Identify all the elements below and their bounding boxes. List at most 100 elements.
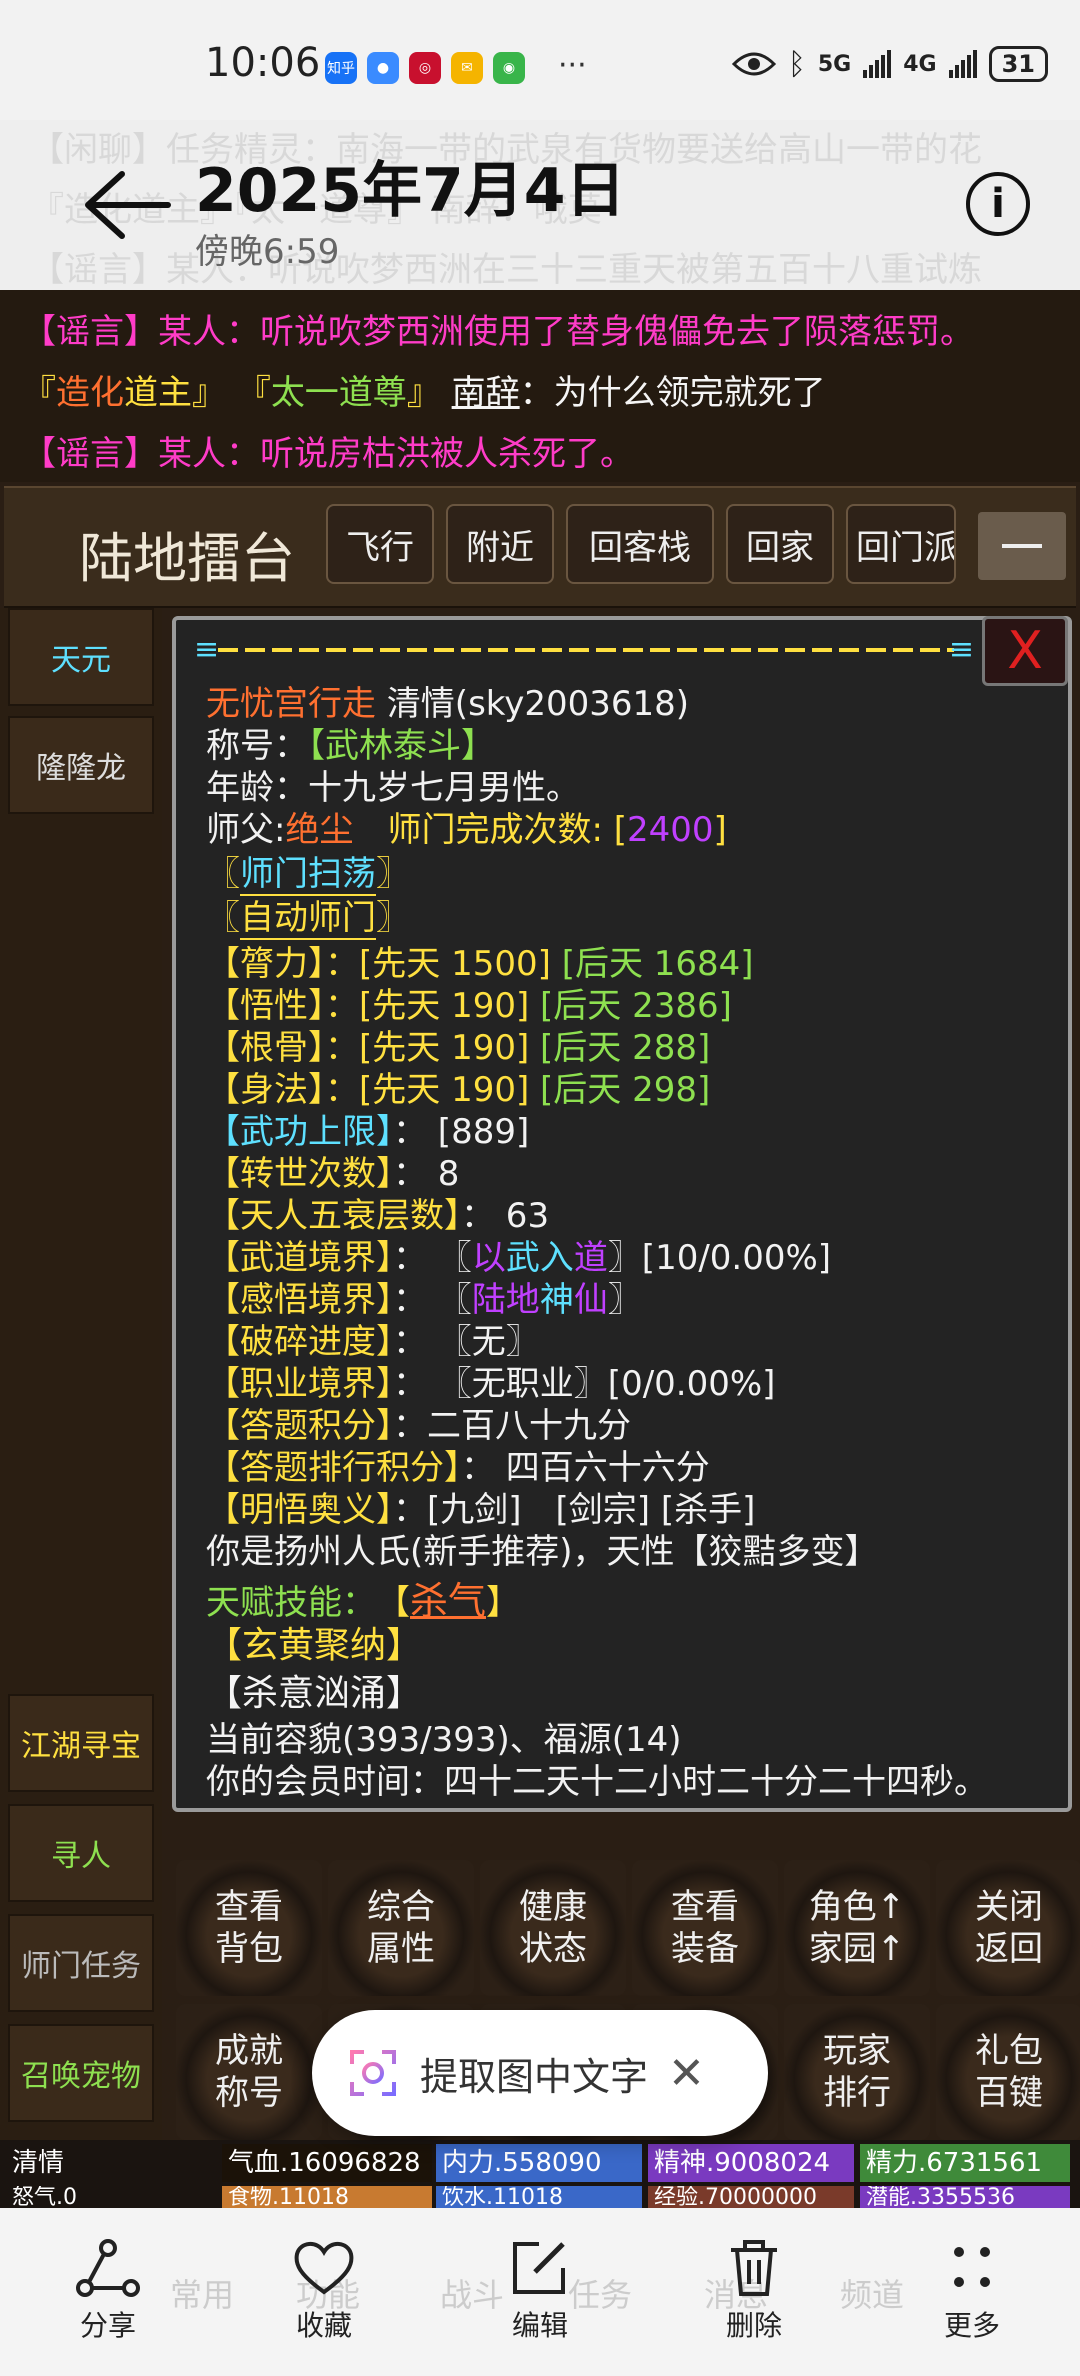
- stats-bar: 清情 气血.16096828 内力.558090 精神.9008024 精力.6…: [0, 2140, 1080, 2210]
- skill-name: 【杀意汹涌】: [206, 1673, 423, 1714]
- bracket: 〗: [607, 1280, 642, 1320]
- close-icon[interactable]: ✕: [668, 2048, 705, 2099]
- btn-line: 称号: [215, 2073, 283, 2113]
- btn-line: 查看: [671, 1887, 739, 1927]
- back-arrow-icon[interactable]: [72, 160, 182, 250]
- bracket: 』: [406, 373, 441, 413]
- btn-line: 健康: [519, 1887, 587, 1927]
- sect-sweep-link[interactable]: 〖师门扫荡〗: [206, 846, 410, 896]
- edit-label: 编辑: [511, 2309, 568, 2342]
- btn-line: 状态: [519, 1929, 587, 1969]
- sidebar-item-longlonglong[interactable]: 隆隆龙: [8, 716, 154, 814]
- health-button[interactable]: 健康 状态: [480, 1860, 626, 1996]
- bluetooth-icon: ᛒ: [787, 46, 806, 82]
- close-return-button[interactable]: 关闭 返回: [936, 1860, 1080, 1996]
- rage-stat: 怒气.0: [12, 2186, 77, 2210]
- chat-line: 【谣言】某人：听说吹梦西洲使用了替身傀儡免去了陨落惩罚。: [22, 304, 974, 353]
- auto-sect-link[interactable]: 〖自动师门〗: [206, 890, 410, 940]
- btn-line: 返回: [975, 1929, 1043, 1969]
- btn-line: 家园↑: [808, 1929, 906, 1969]
- edit-button[interactable]: 编辑: [480, 2236, 600, 2344]
- edit-icon: [513, 2242, 565, 2294]
- skill-line: 【杀意汹涌】: [206, 1664, 422, 1716]
- info-icon[interactable]: i: [966, 172, 1030, 236]
- chat-text: 某人：听说吹梦西洲使用了替身傀儡免去了陨落惩罚。: [158, 312, 974, 352]
- home-button[interactable]: 回家: [726, 504, 834, 584]
- fly-button[interactable]: 飞行: [326, 504, 434, 584]
- bracket: 『: [22, 373, 56, 413]
- sidebar-item-treasure[interactable]: 江湖寻宝: [8, 1694, 154, 1792]
- equipment-button[interactable]: 查看 装备: [632, 1860, 778, 1996]
- achievement-button[interactable]: 成就 称号: [176, 2004, 322, 2140]
- chat-feed: 【谣言】某人：听说吹梦西洲使用了替身傀儡免去了陨落惩罚。 『造化道主』 『太一道…: [0, 290, 1080, 482]
- eye-icon: [731, 52, 776, 76]
- title-part: 造化: [56, 373, 124, 413]
- chat-tag: 【谣言】: [22, 312, 158, 352]
- chat-tag: 【谣言】: [22, 434, 158, 474]
- master-line: 师父:绝尘 师门完成次数: [2400]: [206, 802, 727, 851]
- btn-line: 综合: [367, 1887, 435, 1927]
- delete-button[interactable]: 删除: [694, 2236, 814, 2344]
- share-button[interactable]: 分享: [48, 2236, 168, 2344]
- notification-icons: 知乎 ● ◎ ✉ ◉: [325, 52, 525, 84]
- link-text[interactable]: 自动师门: [240, 898, 376, 940]
- signal-icon-2: [948, 50, 977, 78]
- chat-line: 『造化道主』 『太一道尊』 南辞：为什么领完就死了: [22, 365, 826, 414]
- scan-text-icon: [350, 2050, 396, 2096]
- attr-post: [后天 298]: [540, 1070, 711, 1110]
- nearby-button[interactable]: 附近: [446, 504, 554, 584]
- location-bar: 陆地擂台 飞行 附近 回客栈 回家 回门派: [4, 486, 1076, 608]
- trash-icon: [731, 2240, 777, 2296]
- btn-line: 关闭: [975, 1887, 1043, 1927]
- favorite-button[interactable]: 收藏: [264, 2236, 384, 2344]
- more-dots-icon: [954, 2247, 990, 2287]
- bag-button[interactable]: 查看 背包: [176, 1860, 322, 1996]
- master-name: 绝尘: [285, 810, 354, 850]
- btn-line: 查看: [215, 1887, 283, 1927]
- sidebar-item-sect-task[interactable]: 师门任务: [8, 1914, 154, 2012]
- btn-line: 装备: [671, 1929, 739, 1969]
- bank-app-icon: ◎: [409, 52, 441, 84]
- bracket: 』: [192, 373, 226, 413]
- skill-line: 【玄黄聚纳】: [206, 1616, 422, 1668]
- realm-part: 仙: [573, 1280, 608, 1320]
- title-part: 道主: [124, 373, 192, 413]
- player-name-link[interactable]: 南辞: [452, 373, 520, 413]
- sect-button[interactable]: 回门派: [846, 504, 956, 584]
- sidebar-item-tianyuan[interactable]: 天元: [8, 608, 154, 706]
- inn-button[interactable]: 回客栈: [566, 504, 714, 584]
- btn-line: 成就: [215, 2031, 283, 2071]
- label: 师父:: [206, 810, 286, 850]
- sidebar: 天元 隆隆龙 江湖寻宝 寻人 师门任务 召唤宠物: [0, 608, 162, 2208]
- more-label: 更多: [943, 2309, 1000, 2342]
- btn-line: 玩家: [823, 2031, 891, 2071]
- extract-text-label: 提取图中文字: [420, 2054, 649, 2099]
- bracket: 】: [486, 1583, 521, 1623]
- extract-text-pill[interactable]: 提取图中文字 ✕: [312, 2010, 768, 2136]
- delete-label: 删除: [725, 2309, 782, 2342]
- heart-icon: [294, 2242, 354, 2295]
- more-button[interactable]: 更多: [912, 2236, 1032, 2344]
- close-panel-button[interactable]: X: [982, 616, 1068, 686]
- jingshen-stat: 精神.9008024: [648, 2144, 854, 2182]
- collapse-icon[interactable]: [978, 512, 1066, 580]
- realm-part: 神: [539, 1280, 574, 1320]
- location-title: 陆地擂台: [79, 527, 295, 590]
- zhihu-icon: 知乎: [325, 52, 357, 84]
- sidebar-item-summon-pet[interactable]: 召唤宠物: [8, 2024, 154, 2122]
- ranking-button[interactable]: 玩家 排行: [784, 2004, 930, 2140]
- vip-line: 你的会员时间：四十二天十二小时二十分二十四秒。: [206, 1762, 988, 1802]
- mail-app-icon: ✉: [451, 52, 483, 84]
- title-part: 太一道尊: [270, 373, 407, 413]
- chat-app-icon: ●: [367, 52, 399, 84]
- sidebar-item-find-person[interactable]: 寻人: [8, 1804, 154, 1902]
- system-indicators: ᛒ 5G 4G 31: [731, 46, 1048, 82]
- battery-icon: 31: [988, 46, 1048, 82]
- gift-button[interactable]: 礼包 百键: [936, 2004, 1080, 2140]
- label: 师门完成次数: [: [387, 810, 627, 850]
- player-name: 清情: [12, 2148, 65, 2178]
- status-bar: 10:06 知乎 ● ◎ ✉ ◉ ··· ᛒ 5G 4G 31: [0, 0, 1080, 120]
- share-icon: [76, 2239, 140, 2297]
- role-home-button[interactable]: 角色↑ 家园↑: [784, 1860, 930, 1996]
- attributes-button[interactable]: 综合 属性: [328, 1860, 474, 1996]
